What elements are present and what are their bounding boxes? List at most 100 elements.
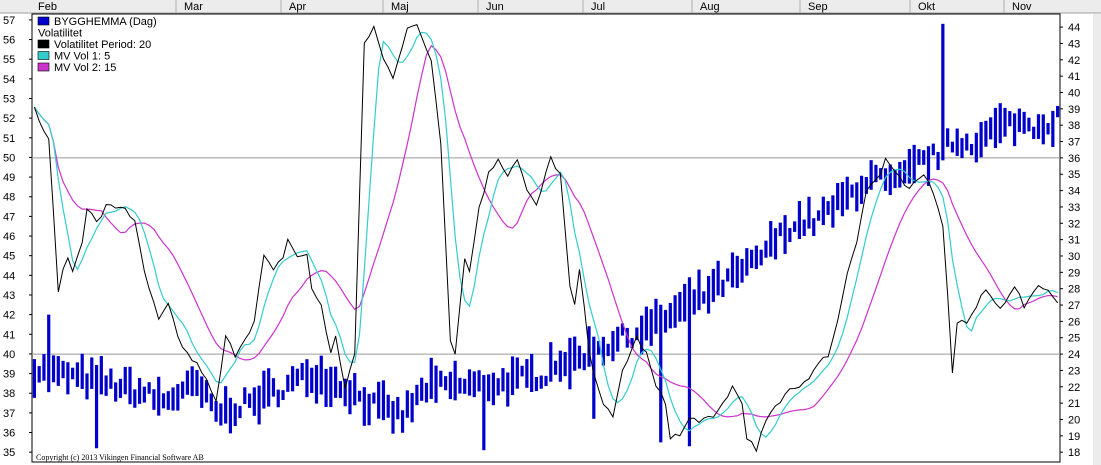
price-bar bbox=[496, 378, 500, 396]
price-bar bbox=[783, 215, 787, 254]
price-bar bbox=[109, 368, 113, 389]
left-axis-tick-label: 46 bbox=[3, 231, 15, 243]
month-label: Mar bbox=[184, 1, 203, 13]
price-bar bbox=[391, 400, 395, 434]
left-axis-tick-label: 54 bbox=[3, 74, 15, 86]
price-bar bbox=[238, 405, 242, 419]
price-bar bbox=[773, 228, 778, 260]
month-axis: Feb Mar Apr Maj Jun Jul Aug Sep Okt Nov bbox=[0, 0, 1101, 14]
price-bar bbox=[802, 219, 806, 237]
legend-swatch bbox=[37, 62, 50, 72]
price-bar bbox=[993, 107, 998, 149]
right-axis-tick-label: 40 bbox=[1068, 87, 1080, 99]
price-bar bbox=[334, 366, 338, 398]
price-bar bbox=[80, 353, 84, 389]
price-bar bbox=[367, 393, 371, 426]
price-bar bbox=[816, 210, 821, 221]
price-bar bbox=[969, 143, 974, 156]
price-bar bbox=[338, 381, 342, 398]
price-bar bbox=[190, 366, 194, 397]
price-bar bbox=[37, 366, 41, 383]
price-bar bbox=[157, 376, 161, 416]
price-bar bbox=[243, 387, 247, 405]
price-bar bbox=[1032, 126, 1036, 140]
price-bar bbox=[319, 355, 323, 395]
month-label: Nov bbox=[1012, 1, 1032, 13]
price-bar bbox=[295, 368, 299, 386]
left-axis-tick-label: 43 bbox=[3, 290, 15, 302]
price-bar bbox=[553, 360, 558, 375]
price-bar bbox=[831, 195, 835, 228]
price-bar bbox=[286, 374, 290, 392]
price-bar bbox=[946, 128, 950, 147]
price-bar bbox=[922, 150, 926, 165]
price-bar bbox=[539, 375, 543, 389]
price-bar bbox=[185, 370, 189, 395]
left-axis-tick-label: 38 bbox=[3, 388, 15, 400]
price-bar bbox=[979, 122, 983, 158]
price-bar bbox=[353, 373, 357, 406]
price-bar bbox=[314, 365, 319, 404]
price-bar bbox=[582, 353, 586, 371]
price-bar bbox=[439, 370, 443, 387]
left-axis-tick-label: 53 bbox=[3, 93, 15, 105]
price-bar bbox=[668, 302, 672, 329]
left-axis-tick-label: 45 bbox=[3, 251, 15, 263]
price-bar bbox=[204, 380, 209, 403]
price-bar bbox=[400, 410, 405, 433]
legend-swatch bbox=[37, 51, 50, 60]
price-bar bbox=[118, 378, 123, 398]
price-bar bbox=[1003, 107, 1007, 137]
price-bar bbox=[219, 403, 223, 426]
left-axis-tick-label: 47 bbox=[3, 211, 15, 223]
price-bar bbox=[453, 360, 457, 401]
price-bar bbox=[61, 360, 65, 379]
price-bar bbox=[989, 117, 993, 140]
price-bar bbox=[692, 289, 696, 315]
price-bar bbox=[616, 326, 620, 352]
price-bar bbox=[821, 196, 825, 226]
price-bar bbox=[663, 309, 668, 333]
price-bar bbox=[310, 367, 314, 393]
price-bar bbox=[683, 283, 687, 322]
price-bar bbox=[711, 268, 715, 302]
price-bar bbox=[649, 309, 653, 346]
price-bar bbox=[898, 161, 902, 188]
price-bar bbox=[128, 366, 132, 405]
price-bar bbox=[75, 362, 80, 387]
price-bar bbox=[563, 352, 567, 377]
legend-swatch bbox=[37, 39, 50, 49]
price-bar bbox=[577, 345, 582, 369]
right-axis-tick-label: 31 bbox=[1068, 235, 1080, 247]
price-bar bbox=[467, 369, 472, 396]
price-bar bbox=[166, 391, 170, 410]
price-bar bbox=[224, 386, 228, 424]
price-bar bbox=[955, 128, 959, 156]
price-bar bbox=[472, 371, 476, 398]
price-bar bbox=[1008, 111, 1012, 127]
right-axis-tick-label: 38 bbox=[1068, 120, 1080, 132]
price-bar bbox=[998, 103, 1002, 144]
price-bar bbox=[859, 175, 864, 204]
price-bar bbox=[778, 222, 782, 237]
legend-label: MV Vol 1: 5 bbox=[54, 51, 110, 63]
right-axis-tick-label: 24 bbox=[1068, 349, 1080, 361]
right-axis-tick-label: 23 bbox=[1068, 365, 1080, 377]
price-bar bbox=[1051, 110, 1055, 147]
price-bar bbox=[525, 359, 529, 388]
left-axis-tick-label: 56 bbox=[3, 35, 15, 47]
month-header-bar bbox=[0, 0, 1101, 13]
copyright-text: Copyright (c) 2013 Vikingen Financial So… bbox=[36, 453, 204, 462]
price-bar bbox=[290, 366, 295, 392]
price-bar bbox=[252, 387, 256, 416]
left-axis-tick-label: 39 bbox=[3, 369, 15, 381]
price-bar bbox=[56, 356, 60, 386]
price-bar bbox=[90, 357, 94, 389]
price-bar bbox=[176, 384, 180, 411]
month-label: Feb bbox=[38, 1, 57, 13]
chart-background bbox=[0, 0, 1101, 465]
price-bar bbox=[161, 393, 166, 409]
price-bar bbox=[42, 354, 46, 381]
price-bar bbox=[200, 376, 204, 408]
price-bar bbox=[1022, 111, 1026, 134]
